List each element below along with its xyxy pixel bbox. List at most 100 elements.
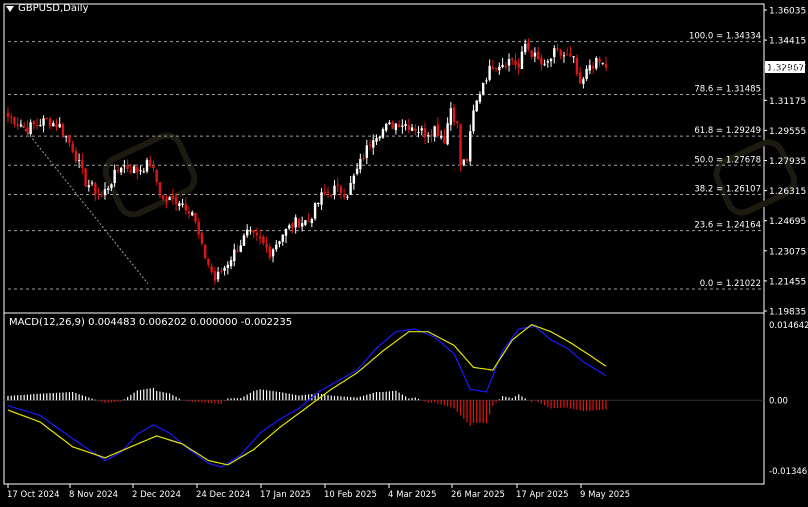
candle-body: [439, 136, 443, 138]
candle-body: [469, 131, 472, 162]
fib-level-label: 50.0 = 1.27678: [694, 155, 761, 165]
candle-body: [320, 192, 323, 205]
candle-body: [591, 66, 595, 69]
candle-body: [313, 203, 317, 219]
candle-body: [530, 50, 533, 57]
candle-body: [433, 126, 436, 137]
candle-body: [582, 79, 585, 84]
candle-body: [326, 192, 330, 194]
candle-body: [595, 58, 598, 69]
candle-body: [381, 129, 385, 138]
candle-body: [520, 51, 524, 69]
candle-body: [35, 124, 39, 126]
candle-body: [223, 267, 226, 271]
candle-body: [145, 160, 149, 172]
candle-body: [488, 65, 491, 80]
candle-body: [281, 234, 284, 242]
candle-body: [407, 125, 411, 130]
candle-body: [32, 121, 36, 125]
candle-body: [152, 165, 155, 169]
chart-window[interactable]: 100.0 = 1.34334 78.6 = 1.31485 61.8 = 1.29…: [0, 0, 808, 503]
candle-body: [155, 169, 158, 182]
time-axis-label: 17 Jan 2025: [260, 490, 311, 500]
candle-body: [317, 202, 320, 204]
candle-body: [39, 125, 42, 127]
candle-body: [187, 211, 191, 214]
candle-body: [132, 166, 136, 174]
candle-body: [391, 121, 394, 129]
macd-signal-line: [7, 323, 607, 466]
candle-body: [149, 160, 152, 166]
candle-body: [291, 223, 294, 228]
candle-body: [233, 249, 236, 262]
chart-menu-icon[interactable]: [6, 6, 14, 12]
candle-body: [410, 127, 414, 131]
fib-level-label: 100.0 = 1.34334: [689, 32, 761, 42]
candle-body: [585, 68, 588, 79]
candle-body: [323, 191, 326, 194]
candle-body: [45, 118, 48, 120]
candle-body: [58, 123, 61, 128]
candle-body: [278, 241, 281, 245]
candle-body: [161, 195, 165, 200]
candle-body: [207, 258, 210, 265]
candle-body: [485, 80, 488, 82]
candle-body: [384, 124, 388, 131]
candle-body: [242, 235, 246, 246]
candle-body: [494, 67, 498, 69]
fib-level-label: 61.8 = 1.29249: [694, 126, 761, 136]
candle-body: [362, 157, 365, 160]
macd-title: MACD(12,26,9) 0.004483 0.006202 0.000000…: [9, 317, 293, 328]
candle-body: [394, 123, 398, 131]
candle-body: [181, 203, 184, 205]
candle-body: [420, 128, 423, 131]
candle-body: [569, 53, 572, 56]
candle-body: [246, 229, 249, 236]
candle-body: [271, 249, 275, 257]
price-axis-label: 1.26315: [769, 187, 806, 197]
candle-body: [249, 230, 252, 232]
watermark-shape: [713, 139, 797, 216]
candle-body: [397, 124, 401, 128]
candle-body: [378, 136, 381, 139]
candle-body: [100, 195, 103, 197]
candle-body: [107, 188, 110, 190]
candle-body: [514, 60, 517, 65]
candle-body: [258, 236, 262, 239]
candle-body: [68, 135, 71, 143]
fib-level-label: 23.6 = 1.24164: [694, 221, 761, 231]
candle-body: [116, 169, 120, 171]
candle-body: [456, 121, 459, 123]
candle-body: [158, 182, 162, 194]
candle-body: [572, 56, 575, 58]
macd-axis-label: 0.00: [769, 397, 788, 407]
candle-body: [252, 230, 255, 233]
candle-body: [139, 170, 142, 172]
candle-body: [475, 100, 478, 112]
candle-body: [110, 184, 113, 189]
candle-body: [210, 266, 213, 273]
candle-body: [16, 124, 19, 126]
chart-title: GBPUSD,Daily: [18, 3, 89, 14]
candle-body: [355, 168, 359, 174]
candle-body: [533, 52, 537, 57]
candle-body: [168, 197, 171, 200]
price-axis-label: 1.32967: [769, 64, 806, 74]
candle-body: [136, 166, 139, 173]
candle-body: [239, 245, 242, 252]
trend-line[interactable]: [19, 122, 149, 285]
candle-body: [165, 199, 168, 202]
candle-body: [174, 197, 178, 205]
candle-body: [94, 183, 97, 194]
time-axis-label: 2 Dec 2024: [132, 490, 181, 500]
candle-body: [275, 244, 278, 250]
price-axis-label: 1.24695: [769, 217, 806, 227]
candle-body: [213, 271, 217, 281]
candle-body: [268, 246, 272, 258]
candle-body: [184, 204, 187, 211]
candle-body: [29, 122, 32, 135]
chart-canvas[interactable]: 100.0 = 1.34334 78.6 = 1.31485 61.8 = 1.29…: [0, 0, 808, 503]
candle-body: [452, 107, 456, 123]
candle-body: [236, 250, 239, 252]
candle-body: [368, 144, 372, 146]
